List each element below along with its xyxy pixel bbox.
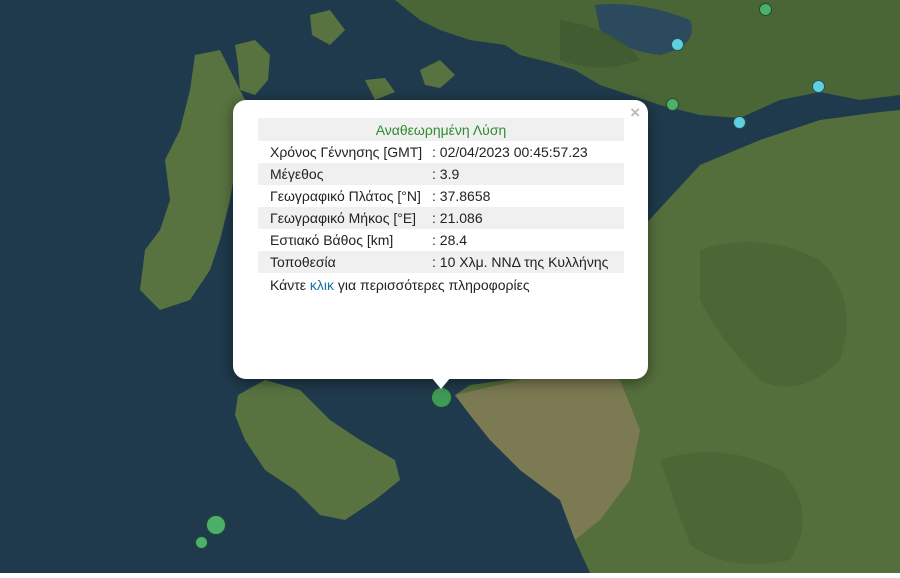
location-value: : 10 Χλμ. ΝΝΔ της Κυλλήνης [428,251,624,273]
depth-value: : 28.4 [428,229,624,251]
more-info-suffix: για περισσότερες πληροφορίες [334,277,530,293]
earthquake-marker[interactable] [206,515,226,535]
magnitude-value: : 3.9 [428,163,624,185]
popup-tip [431,377,451,389]
earthquake-details-table: Αναθεωρημένη Λύση Χρόνος Γέννησης [GMT]:… [258,118,624,273]
more-info-line: Κάντε κλικ για περισσότερες πληροφορίες [258,277,624,293]
longitude-value: : 21.086 [428,207,624,229]
latitude-label: Γεωγραφικό Πλάτος [°N] [258,185,428,207]
depth-label: Εστιακό Βάθος [km] [258,229,428,251]
latitude-value: : 37.8658 [428,185,624,207]
location-label: Τοποθεσία [258,251,428,273]
origin-time-value: : 02/04/2023 00:45:57.23 [428,141,624,163]
earthquake-marker[interactable] [671,38,684,51]
earthquake-marker[interactable] [733,116,746,129]
earthquake-marker[interactable] [195,536,208,549]
earthquake-marker[interactable] [666,98,679,111]
more-info-link[interactable]: κλικ [310,277,334,293]
popup-title: Αναθεωρημένη Λύση [258,118,624,141]
earthquake-marker-selected[interactable] [431,387,452,408]
earthquake-marker[interactable] [812,80,825,93]
close-icon[interactable]: × [630,104,640,122]
longitude-label: Γεωγραφικό Μήκος [°E] [258,207,428,229]
earthquake-info-popup: × Αναθεωρημένη Λύση Χρόνος Γέννησης [GMT… [233,100,648,379]
more-info-prefix: Κάντε [270,277,310,293]
earthquake-marker[interactable] [759,3,772,16]
origin-time-label: Χρόνος Γέννησης [GMT] [258,141,428,163]
magnitude-label: Μέγεθος [258,163,428,185]
